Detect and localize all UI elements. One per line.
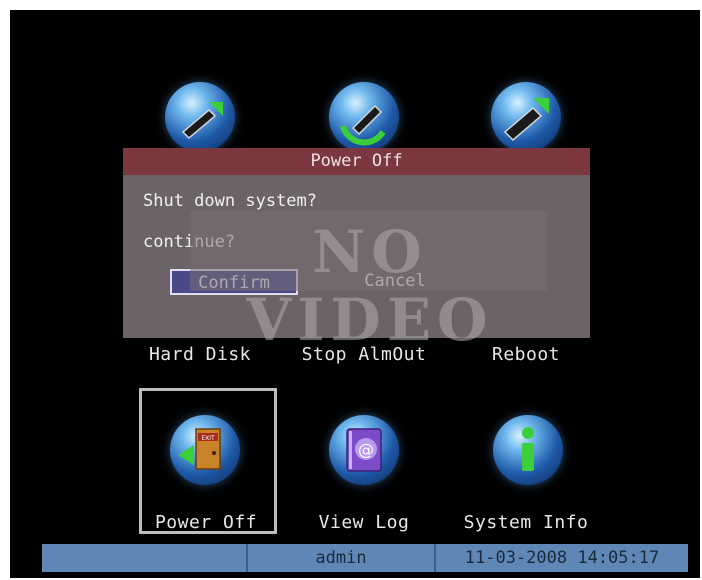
exit-sign-icon: EXIT xyxy=(201,435,215,442)
status-user: admin xyxy=(315,548,367,568)
status-datetime: 11-03-2008 14:05:17 xyxy=(464,548,660,568)
stop-alarm-output-icon[interactable] xyxy=(329,82,399,152)
menu-label-stop-almout[interactable]: Stop AlmOut xyxy=(284,344,444,365)
hard-disk-icon[interactable] xyxy=(165,82,235,152)
reboot-icon[interactable] xyxy=(491,82,561,152)
status-bar: admin 11-03-2008 14:05:17 xyxy=(42,544,688,572)
view-log-icon[interactable]: @ xyxy=(329,415,399,485)
dialog-message: Shut down system? xyxy=(143,191,317,211)
menu-label-power-off[interactable]: Power Off xyxy=(126,512,286,533)
dvr-screen: Power Off Shut down system? continue? Co… xyxy=(10,10,700,578)
status-bar-empty-cell xyxy=(42,544,246,572)
dialog-title: Power Off xyxy=(123,148,590,175)
system-info-icon[interactable] xyxy=(493,415,563,485)
svg-text:@: @ xyxy=(358,440,374,459)
power-off-icon[interactable]: EXIT xyxy=(170,415,240,485)
menu-label-hard-disk[interactable]: Hard Disk xyxy=(120,344,280,365)
menu-label-system-info[interactable]: System Info xyxy=(446,512,606,533)
menu-label-reboot[interactable]: Reboot xyxy=(446,344,606,365)
no-video-text: NO VIDEO xyxy=(246,218,494,354)
menu-label-view-log[interactable]: View Log xyxy=(284,512,444,533)
